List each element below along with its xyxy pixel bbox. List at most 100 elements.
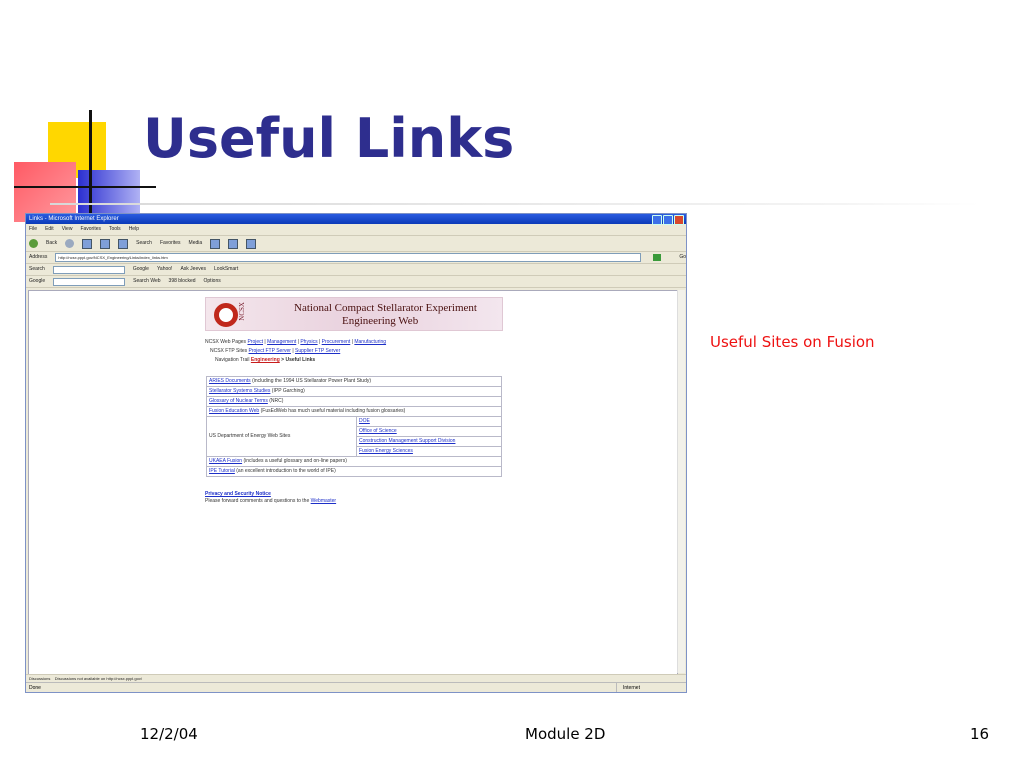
link-glossary[interactable]: Glossary of Nuclear Terms xyxy=(209,398,268,404)
link-office-of-science[interactable]: Office of Science xyxy=(359,428,397,434)
nav-link-procurement[interactable]: Procurement xyxy=(322,339,351,345)
search-google[interactable]: Google xyxy=(133,264,149,275)
search-button[interactable]: Search xyxy=(136,238,152,249)
media-button[interactable]: Media xyxy=(189,238,203,249)
minimize-icon[interactable] xyxy=(652,215,662,225)
search-yahoo[interactable]: Yahoo! xyxy=(157,264,172,275)
close-icon[interactable] xyxy=(674,215,684,225)
nav-web-pages: NCSX Web Pages Project | Management | Ph… xyxy=(205,339,387,345)
table-row: US Department of Energy Web Sites DOE xyxy=(206,416,502,457)
stop-icon[interactable] xyxy=(82,238,93,249)
link-aries[interactable]: ARIES Documents xyxy=(209,378,251,384)
favorites-button[interactable]: Favorites xyxy=(160,238,181,249)
decor-horizontal-line xyxy=(14,186,156,188)
menu-bar: File Edit View Favorites Tools Help xyxy=(26,224,686,236)
nav-link-supplier-ftp[interactable]: Supplier FTP Server xyxy=(295,348,340,354)
back-button[interactable]: Back xyxy=(46,238,57,249)
nav-link-project-ftp[interactable]: Project FTP Server xyxy=(249,348,291,354)
status-text: Done xyxy=(29,685,41,691)
links-table: ARIES Documents (including the 1994 US S… xyxy=(206,376,502,477)
ncsx-logo-icon xyxy=(214,303,238,327)
vertical-scrollbar[interactable] xyxy=(677,290,685,673)
go-icon[interactable] xyxy=(653,254,662,261)
google-blocked[interactable]: 398 blocked xyxy=(169,276,196,287)
nav-link-physics[interactable]: Physics xyxy=(300,339,317,345)
google-search-web[interactable]: Search Web xyxy=(133,276,160,287)
footer-page-number: 16 xyxy=(970,725,990,743)
nav-trail-current: > Useful Links xyxy=(281,357,316,363)
title-underline xyxy=(50,203,980,205)
banner-title-1: National Compact Stellarator Experiment xyxy=(294,302,477,314)
nav-link-manufacturing[interactable]: Manufacturing xyxy=(354,339,386,345)
nav-link-project[interactable]: Project xyxy=(247,339,263,345)
nav-web-pages-label: NCSX Web Pages xyxy=(205,339,247,345)
nav-trail-engineering[interactable]: Engineering xyxy=(251,357,280,363)
mail-icon[interactable] xyxy=(228,238,239,249)
browser-screenshot: Links - Microsoft Internet Explorer File… xyxy=(25,213,687,693)
desc-aries: (including the 1994 US Stellarator Power… xyxy=(250,378,372,384)
link-ukaea[interactable]: UKAEA Fusion xyxy=(209,458,242,464)
desc-glossary: (NRC) xyxy=(267,398,284,404)
table-row: ARIES Documents (including the 1994 US S… xyxy=(206,376,502,387)
link-fusion-energy-sciences[interactable]: Fusion Energy Sciences xyxy=(359,448,413,454)
google-input[interactable] xyxy=(53,277,126,286)
menu-help[interactable]: Help xyxy=(129,224,139,235)
ncsx-banner: NCSX National Compact Stellarator Experi… xyxy=(205,297,503,331)
table-row: Glossary of Nuclear Terms (NRC) xyxy=(206,396,502,407)
privacy-notice-link[interactable]: Privacy and Security Notice xyxy=(205,491,271,497)
ncsx-logo-text: NCSX xyxy=(238,302,246,321)
menu-favorites[interactable]: Favorites xyxy=(80,224,101,235)
menu-tools[interactable]: Tools xyxy=(109,224,121,235)
print-icon[interactable] xyxy=(246,238,257,249)
footer-module: Module 2D xyxy=(525,725,606,743)
address-label: Address xyxy=(29,254,48,260)
footer-date: 12/2/04 xyxy=(140,725,198,743)
address-input[interactable]: http://ncsx.pppl.gov/NCSX_Engineering/Li… xyxy=(55,253,642,262)
desc-stellarator: (IPP Garching) xyxy=(270,388,305,394)
history-icon[interactable] xyxy=(210,238,221,249)
address-bar: Address http://ncsx.pppl.gov/NCSX_Engine… xyxy=(26,252,686,264)
google-toolbar: Google Search Web 398 blocked Options xyxy=(26,276,686,288)
home-icon[interactable] xyxy=(118,238,129,249)
forward-icon[interactable] xyxy=(65,239,75,248)
maximize-icon[interactable] xyxy=(663,215,673,225)
discussions-message: Discussions not available on http://ncsx… xyxy=(54,676,142,681)
menu-edit[interactable]: Edit xyxy=(45,224,54,235)
link-stellarator[interactable]: Stellarator Systems Studies xyxy=(209,388,270,394)
decor-vertical-line xyxy=(89,110,92,228)
webmaster-link[interactable]: Webmaster xyxy=(311,498,336,504)
link-doe[interactable]: DOE xyxy=(359,418,370,424)
link-ipe-tutorial[interactable]: IPE Tutorial xyxy=(209,468,235,474)
go-button[interactable]: Go xyxy=(679,252,686,263)
browser-titlebar: Links - Microsoft Internet Explorer xyxy=(26,214,686,225)
table-row: IPE Tutorial (an excellent introduction … xyxy=(206,466,502,477)
search-toolbar-label[interactable]: Search xyxy=(29,264,45,275)
link-fusion-education[interactable]: Fusion Education Web xyxy=(209,408,259,414)
google-label[interactable]: Google xyxy=(29,276,45,287)
search-toolbar-input[interactable] xyxy=(52,265,125,274)
nav-link-management[interactable]: Management xyxy=(267,339,296,345)
table-row: UKAEA Fusion (includes a useful glossary… xyxy=(206,456,502,467)
nav-ftp: NCSX FTP Sites Project FTP Server | Supp… xyxy=(210,348,341,354)
side-note: Useful Sites on Fusion xyxy=(710,333,875,351)
status-zone: Internet xyxy=(616,683,640,692)
forward-text: Please forward comments and questions to… xyxy=(205,498,311,504)
back-icon[interactable] xyxy=(29,239,38,248)
banner-title-2: Engineering Web xyxy=(342,315,419,327)
menu-view[interactable]: View xyxy=(62,224,73,235)
slide-title: Useful Links xyxy=(143,107,515,170)
link-construction-management[interactable]: Construction Management Support Division xyxy=(359,438,455,444)
status-bar: Done Internet xyxy=(26,682,686,692)
window-title: Links - Microsoft Internet Explorer xyxy=(29,216,119,222)
desc-ipe-tutorial: (an excellent introduction to the world … xyxy=(234,468,336,474)
nav-trail-label: Navigation Trail xyxy=(215,357,250,363)
refresh-icon[interactable] xyxy=(100,238,111,249)
search-ask[interactable]: Ask Jeeves xyxy=(180,264,206,275)
menu-file[interactable]: File xyxy=(29,224,37,235)
forward-comments: Please forward comments and questions to… xyxy=(205,498,336,504)
discussions-label[interactable]: Discussions xyxy=(29,676,50,681)
google-options[interactable]: Options xyxy=(204,276,221,287)
doe-label: US Department of Energy Web Sites xyxy=(206,416,357,457)
search-looksmart[interactable]: LookSmart xyxy=(214,264,238,275)
web-page: NCSX National Compact Stellarator Experi… xyxy=(28,290,678,675)
